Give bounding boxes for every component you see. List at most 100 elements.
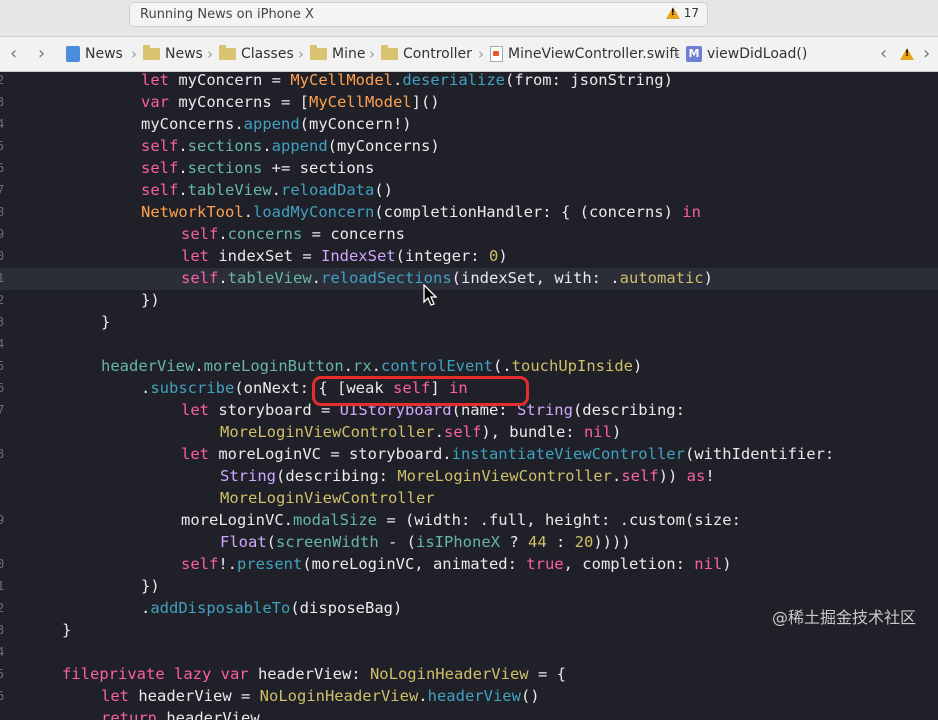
code-line[interactable]: headerView.moreLoginButton.rx.controlEve… bbox=[101, 355, 642, 377]
code-token: . bbox=[178, 137, 188, 155]
previous-issue-icon[interactable]: ‹ bbox=[880, 43, 887, 64]
code-token: isIPhoneX bbox=[416, 533, 500, 551]
code-token: (myConcern!) bbox=[299, 115, 412, 133]
code-line[interactable]: fileprivate lazy var headerView: NoLogin… bbox=[62, 663, 566, 685]
code-token: myConcerns. bbox=[141, 115, 244, 133]
code-token: addDisposableTo bbox=[150, 599, 291, 617]
code-token: self bbox=[141, 181, 179, 199]
breadcrumb-group-classes[interactable]: Classes bbox=[219, 45, 294, 62]
code-token: (. bbox=[493, 357, 512, 375]
code-line[interactable]: self.sections.append(myConcerns) bbox=[141, 135, 440, 157]
line-number: 2 bbox=[0, 73, 5, 87]
code-token: headerView bbox=[157, 709, 260, 720]
warning-badge[interactable]: 17 bbox=[665, 6, 699, 20]
line-number: 9 bbox=[0, 513, 5, 527]
code-line[interactable]: self.concerns = concerns bbox=[181, 223, 405, 245]
activity-viewer: Running News on iPhone X 17 bbox=[129, 2, 708, 27]
code-token: Float bbox=[220, 533, 267, 551]
code-token: (moreLoginVC, animated: bbox=[302, 555, 527, 573]
code-line[interactable]: self.tableView.reloadSections(indexSet, … bbox=[181, 267, 713, 289]
code-token: self bbox=[621, 467, 659, 485]
breadcrumb-method[interactable]: M viewDidLoad() bbox=[686, 46, 807, 62]
annotation-highlight-box bbox=[312, 376, 529, 406]
line-number: 0 bbox=[0, 249, 5, 263]
code-token: ( bbox=[266, 533, 277, 551]
code-token: modalSize bbox=[292, 511, 377, 529]
code-token: present bbox=[237, 555, 303, 573]
code-token: = (width: .full, height: .custom(size: bbox=[376, 511, 741, 529]
code-line[interactable]: .addDisposableTo(disposeBag) bbox=[141, 597, 402, 619]
code-token: . bbox=[343, 357, 353, 375]
code-token: () bbox=[374, 181, 394, 199]
code-token: screenWidth bbox=[276, 533, 379, 551]
code-token: self bbox=[443, 423, 482, 441]
code-token: as bbox=[686, 467, 706, 485]
folder-icon bbox=[310, 45, 327, 60]
breadcrumb-group-mine[interactable]: Mine bbox=[310, 45, 365, 62]
code-token: headerView bbox=[427, 687, 521, 705]
code-token: fileprivate lazy var bbox=[62, 665, 249, 683]
code-token: loadMyConcern bbox=[253, 203, 375, 221]
code-line[interactable]: } bbox=[62, 619, 71, 641]
back-arrow-icon[interactable]: ‹ bbox=[10, 43, 17, 64]
issue-warning-icon[interactable] bbox=[900, 48, 914, 60]
line-number: 5 bbox=[0, 667, 5, 681]
code-line[interactable]: myConcerns.append(myConcern!) bbox=[141, 113, 412, 135]
breadcrumb-file[interactable]: MineViewController.swift bbox=[490, 46, 680, 62]
breadcrumb-group-news[interactable]: News bbox=[143, 45, 203, 62]
code-line[interactable]: let headerView = NoLoginHeaderView.heade… bbox=[101, 685, 540, 707]
code-token: self bbox=[181, 269, 219, 287]
code-line[interactable]: String(describing: MoreLoginViewControll… bbox=[220, 465, 715, 487]
code-token: self bbox=[141, 159, 179, 177]
code-token: append bbox=[271, 137, 328, 155]
line-number: 3 bbox=[0, 623, 5, 637]
code-token: . bbox=[434, 423, 444, 441]
code-token: (indexSet, with: . bbox=[451, 269, 620, 287]
code-line[interactable]: } bbox=[101, 311, 110, 333]
line-number: 4 bbox=[0, 117, 5, 131]
code-line[interactable]: let moreLoginVC = storyboard.instantiate… bbox=[181, 443, 834, 465]
breadcrumb-separator: › bbox=[298, 45, 304, 63]
forward-arrow-icon[interactable]: › bbox=[38, 43, 45, 64]
code-line[interactable]: return headerView bbox=[101, 707, 260, 720]
code-line[interactable]: }) bbox=[141, 575, 160, 597]
code-line[interactable]: self.sections += sections bbox=[141, 157, 374, 179]
code-token: tableView bbox=[187, 181, 272, 199]
code-token: deserialize bbox=[402, 72, 505, 89]
code-line[interactable]: NetworkTool.loadMyConcern(completionHand… bbox=[141, 201, 701, 223]
code-token: . bbox=[218, 269, 228, 287]
code-token: (disposeBag) bbox=[290, 599, 403, 617]
code-line[interactable]: moreLoginVC.modalSize = (width: .full, h… bbox=[181, 509, 741, 531]
code-line[interactable]: let myConcern = MyCellModel.deserialize(… bbox=[141, 72, 673, 91]
code-line[interactable]: let indexSet = IndexSet(integer: 0) bbox=[181, 245, 508, 267]
code-token: (describing: bbox=[276, 467, 398, 485]
line-number: 3 bbox=[0, 315, 5, 329]
code-token: tableView bbox=[227, 269, 312, 287]
code-token: ]() bbox=[411, 93, 440, 111]
code-line[interactable]: }) bbox=[141, 289, 160, 311]
code-line[interactable]: MoreLoginViewController bbox=[220, 487, 435, 509]
code-line[interactable]: self.tableView.reloadData() bbox=[141, 179, 393, 201]
code-token: . bbox=[262, 137, 272, 155]
code-line[interactable]: MoreLoginViewController.self), bundle: n… bbox=[220, 421, 621, 443]
code-token: 44 bbox=[528, 533, 547, 551]
code-token: NoLoginHeaderView bbox=[369, 665, 529, 683]
code-token: self bbox=[141, 137, 179, 155]
next-issue-icon[interactable]: › bbox=[923, 43, 930, 64]
code-token: reloadData bbox=[281, 181, 375, 199]
code-line[interactable]: var myConcerns = [MyCellModel]() bbox=[141, 91, 440, 113]
code-token: , completion: bbox=[563, 555, 695, 573]
code-token: var bbox=[141, 93, 169, 111]
code-token: } bbox=[62, 621, 72, 639]
code-line[interactable]: Float(screenWidth - (isIPhoneX ? 44 : 20… bbox=[220, 531, 631, 553]
code-token: nil bbox=[583, 423, 612, 441]
watermark: @稀土掘金技术社区 bbox=[771, 608, 916, 627]
code-token: = concerns bbox=[302, 225, 405, 243]
code-token: . bbox=[392, 72, 403, 89]
code-line[interactable]: self!.present(moreLoginVC, animated: tru… bbox=[181, 553, 732, 575]
project-icon bbox=[66, 46, 80, 62]
code-token: MoreLoginViewController bbox=[397, 467, 612, 485]
breadcrumb-group-controller[interactable]: Controller bbox=[381, 45, 472, 62]
code-token: myConcern = bbox=[169, 72, 291, 89]
breadcrumb-project[interactable]: News bbox=[66, 46, 123, 62]
